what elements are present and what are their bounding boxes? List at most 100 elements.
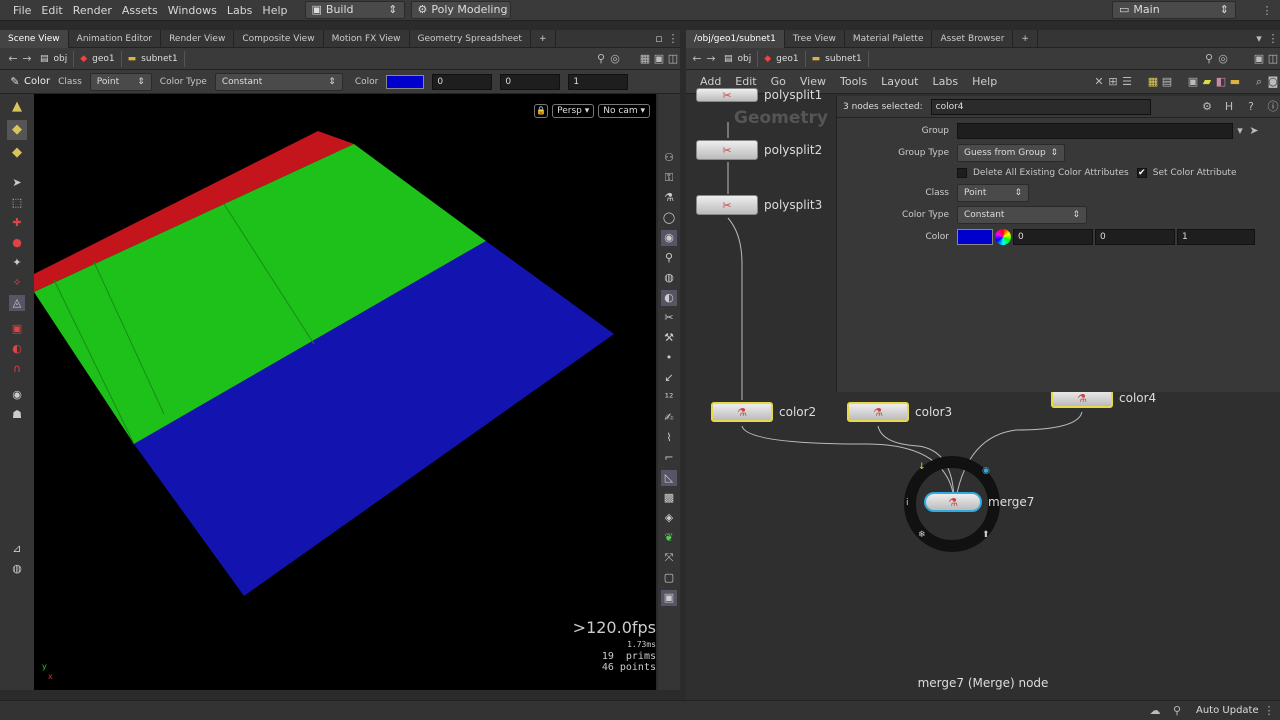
- scene-icon[interactable]: ✂: [661, 310, 677, 326]
- help-h-icon[interactable]: H: [1222, 100, 1236, 114]
- color-type-select[interactable]: Constant ⇕: [214, 72, 343, 91]
- menu-edit[interactable]: Edit: [728, 75, 763, 88]
- snapshot-icon[interactable]: ◍: [9, 561, 25, 577]
- ghost-icon[interactable]: ⚗: [661, 190, 677, 206]
- wrench-icon[interactable]: ✕: [1092, 75, 1106, 89]
- menu-assets[interactable]: Assets: [117, 0, 163, 21]
- menu-go[interactable]: Go: [764, 75, 793, 88]
- frame-icon[interactable]: ▣: [661, 590, 677, 606]
- node-color2[interactable]: ⚗ color2: [711, 402, 816, 422]
- pin-icon[interactable]: ⚲: [1170, 704, 1184, 718]
- back-arrow-icon[interactable]: ←: [690, 52, 704, 66]
- node-color3[interactable]: ⚗ color3: [847, 402, 952, 422]
- tab-asset-browser[interactable]: Asset Browser: [932, 29, 1014, 48]
- minimize-icon[interactable]: ▫: [652, 32, 666, 46]
- table-icon[interactable]: ▤: [1160, 75, 1174, 89]
- help-icon[interactable]: ?: [1244, 100, 1258, 114]
- crumb-subnet1[interactable]: ▬ subnet1: [122, 50, 185, 67]
- render-flag-icon[interactable]: ◉: [982, 466, 990, 476]
- menu-view[interactable]: View: [793, 75, 833, 88]
- view-icon[interactable]: ◫: [666, 52, 680, 66]
- checker-icon[interactable]: ▩: [661, 490, 677, 506]
- select-points-icon[interactable]: ◆: [7, 120, 27, 140]
- more-icon[interactable]: ⋮: [1260, 4, 1274, 18]
- node-merge7[interactable]: ⚗ merge7: [924, 492, 1034, 512]
- set-color-checkbox[interactable]: ✔: [1136, 168, 1147, 178]
- camera-icon[interactable]: ◍: [661, 270, 677, 286]
- curve-icon[interactable]: ↙: [661, 370, 677, 386]
- delete-attrs-checkbox[interactable]: [957, 168, 967, 178]
- desktop-select[interactable]: ▣ Build ⇕: [304, 1, 405, 19]
- guide-icon[interactable]: ⌇: [661, 430, 677, 446]
- wire-icon[interactable]: ◉: [661, 230, 677, 246]
- menu-help[interactable]: Help: [965, 75, 1004, 88]
- display-options-icon[interactable]: ▦: [638, 52, 652, 66]
- crumb-subnet1[interactable]: ▬ subnet1: [806, 50, 869, 67]
- persp-menu[interactable]: Persp ▾: [552, 104, 595, 118]
- globe-icon[interactable]: ◈: [661, 510, 677, 526]
- template-icon[interactable]: ⚒: [661, 330, 677, 346]
- select-tool-icon[interactable]: ▲: [7, 97, 27, 117]
- crumb-geo1[interactable]: ◆ geo1: [74, 50, 122, 67]
- transform-tool-icon[interactable]: ⬚: [9, 195, 25, 211]
- tree-layout-icon[interactable]: ⊞: [1106, 75, 1120, 89]
- pin-view-icon[interactable]: ⊿: [9, 541, 25, 557]
- stamp-icon[interactable]: ▬: [1228, 75, 1242, 89]
- layout-icon[interactable]: ▣: [652, 52, 666, 66]
- grid-color-icon[interactable]: ▦: [1146, 75, 1160, 89]
- camera-lock-icon[interactable]: ◉: [9, 387, 25, 403]
- back-arrow-icon[interactable]: ←: [6, 52, 20, 66]
- list-icon[interactable]: ☰: [1120, 75, 1134, 89]
- forward-arrow-icon[interactable]: →: [704, 52, 718, 66]
- shelf-select[interactable]: ⚙ Poly Modeling: [410, 1, 511, 19]
- link-icon[interactable]: ◎: [608, 52, 622, 66]
- add-tab-icon[interactable]: +: [531, 29, 556, 48]
- scale-tool-icon[interactable]: ●: [9, 235, 25, 251]
- group-type-select[interactable]: Guess from Group ⇕: [957, 144, 1065, 162]
- node-polysplit1[interactable]: ✂ polysplit1: [696, 88, 822, 102]
- color-type-select[interactable]: Constant ⇕: [957, 206, 1087, 224]
- snap-grid-icon[interactable]: ▣: [9, 321, 25, 337]
- more-icon[interactable]: ⋮: [1262, 704, 1276, 718]
- display-icon[interactable]: ⚇: [661, 150, 677, 166]
- menu-edit[interactable]: Edit: [36, 0, 67, 21]
- menu-layout[interactable]: Layout: [874, 75, 925, 88]
- number-icon[interactable]: ¹²: [661, 390, 677, 406]
- more-icon[interactable]: ⋮: [666, 32, 680, 46]
- dot-icon[interactable]: •: [661, 350, 677, 366]
- menu-file[interactable]: File: [8, 0, 36, 21]
- info-icon[interactable]: ⓘ: [1266, 100, 1280, 114]
- snapshot-icon[interactable]: ◙: [1266, 75, 1280, 89]
- crumb-geo1[interactable]: ◆ geo1: [758, 50, 806, 67]
- info-icon[interactable]: i: [906, 498, 909, 508]
- add-tab-icon[interactable]: +: [1013, 29, 1038, 48]
- color-g-field[interactable]: 0: [1095, 229, 1175, 245]
- menu-help[interactable]: Help: [257, 0, 292, 21]
- gear-icon[interactable]: ⚙: [1200, 100, 1214, 114]
- arrow-tool-icon[interactable]: ➤: [9, 175, 25, 191]
- tab-composite-view[interactable]: Composite View: [234, 29, 324, 48]
- snap-prim-icon[interactable]: ◐: [9, 341, 25, 357]
- palette-icon[interactable]: ◧: [1214, 75, 1228, 89]
- tab-geometry-spreadsheet[interactable]: Geometry Spreadsheet: [410, 29, 531, 48]
- tab-scene-view[interactable]: Scene View: [0, 29, 69, 48]
- dropdown-icon[interactable]: ▾: [1252, 32, 1266, 46]
- arrow-pick-icon[interactable]: ➤: [1247, 124, 1261, 138]
- lock-icon[interactable]: 🔒: [534, 104, 549, 118]
- class-select[interactable]: Point ⇕: [89, 72, 152, 91]
- 3d-viewport[interactable]: 🔒 Persp ▾ No cam ▾ >120.0fps 1.73ms 19 p…: [34, 94, 656, 690]
- color-g-field[interactable]: 0: [500, 73, 561, 90]
- pin-icon[interactable]: ⚲: [594, 52, 608, 66]
- tab-render-view[interactable]: Render View: [161, 29, 235, 48]
- session-select[interactable]: ▭ Main ⇕: [1112, 1, 1236, 19]
- camera-menu[interactable]: No cam ▾: [598, 104, 650, 118]
- more-icon[interactable]: ⋮: [1266, 32, 1280, 46]
- view-icon[interactable]: ◫: [1266, 52, 1280, 66]
- color-r-field[interactable]: 0: [432, 73, 493, 90]
- color-swatch[interactable]: [386, 74, 425, 89]
- layout-icon[interactable]: ▣: [1252, 52, 1266, 66]
- tab-motion-fx-view[interactable]: Motion FX View: [324, 29, 410, 48]
- brush-icon[interactable]: ✍: [661, 410, 677, 426]
- bypass-icon[interactable]: ❄: [918, 530, 926, 540]
- menu-render[interactable]: Render: [68, 0, 117, 21]
